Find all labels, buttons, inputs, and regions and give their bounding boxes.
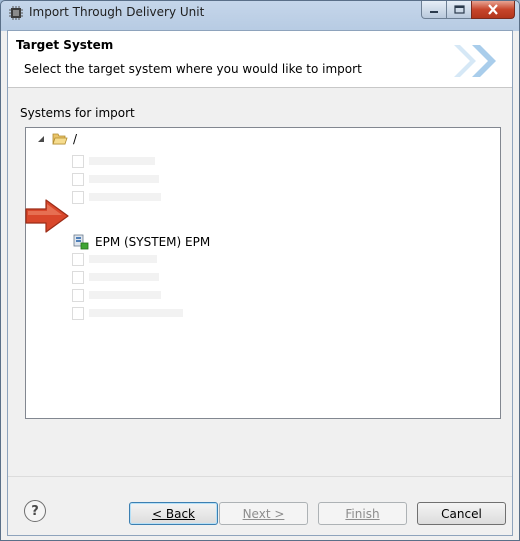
chip-icon xyxy=(9,6,23,20)
expand-triangle-icon[interactable] xyxy=(38,135,46,143)
wizard-body: Target System Select the target system w… xyxy=(7,30,513,536)
page-description: Select the target system where you would… xyxy=(24,62,362,76)
back-button[interactable]: < Back xyxy=(129,502,218,525)
dialog-window: Import Through Delivery Unit Target Syst… xyxy=(0,0,520,541)
hidden-tree-item xyxy=(72,270,159,284)
wizard-banner: Target System Select the target system w… xyxy=(8,31,512,88)
maximize-button[interactable] xyxy=(446,1,472,19)
close-button[interactable] xyxy=(471,1,515,19)
hidden-tree-item xyxy=(72,288,161,302)
hidden-tree-item xyxy=(72,252,157,266)
folder-open-icon xyxy=(52,133,68,145)
window-title: Import Through Delivery Unit xyxy=(29,5,205,19)
systems-tree[interactable]: / EPM (SYSTEM) EPM xyxy=(25,127,501,419)
hidden-tree-item xyxy=(72,190,161,204)
help-icon: ? xyxy=(31,503,39,519)
finish-button[interactable]: Finish xyxy=(318,502,407,525)
hidden-tree-item xyxy=(72,306,183,320)
page-title: Target System xyxy=(16,38,114,52)
selected-system-label: EPM (SYSTEM) EPM xyxy=(95,235,211,249)
close-icon xyxy=(488,4,498,15)
tree-root-label: / xyxy=(73,132,78,146)
footer-separator xyxy=(8,476,512,477)
cancel-button[interactable]: Cancel xyxy=(417,502,506,525)
next-button[interactable]: Next > xyxy=(219,502,308,525)
minimize-button[interactable] xyxy=(421,1,447,19)
maximize-icon xyxy=(453,5,465,14)
minimize-icon xyxy=(430,10,438,13)
hidden-tree-item xyxy=(72,154,155,168)
hidden-tree-item xyxy=(72,172,159,186)
title-bar[interactable]: Import Through Delivery Unit xyxy=(1,1,519,25)
help-button[interactable]: ? xyxy=(24,500,46,522)
systems-group-label: Systems for import xyxy=(20,106,135,120)
system-connected-icon xyxy=(73,234,89,250)
tree-root-row[interactable]: / xyxy=(38,132,77,146)
red-arrow-icon xyxy=(25,199,69,233)
double-chevron-right-icon xyxy=(454,45,496,77)
tree-item-selected-system[interactable]: EPM (SYSTEM) EPM xyxy=(73,234,210,250)
